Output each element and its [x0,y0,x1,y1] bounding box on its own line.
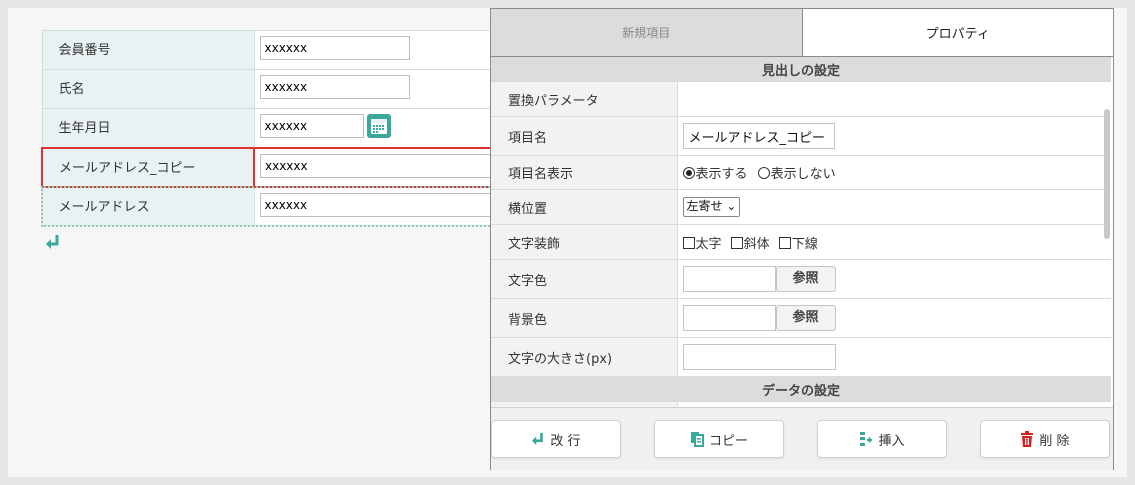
prop-label: 文字装飾 [491,224,678,260]
italic-checkbox[interactable]: 斜体 [730,236,770,252]
tab-new-item[interactable]: 新規項目 [491,9,803,56]
prop-label: 文字色 [491,259,678,299]
trash-icon [1021,431,1034,447]
form-label: 氏名 [41,69,255,109]
prop-row-text-color: 文字色 参照 [491,259,1111,299]
font-size-input[interactable] [682,344,836,370]
prop-row-text-deco: 文字装飾 太字 斜体 下線 [491,224,1111,260]
newline-button[interactable]: 改 行 [491,420,621,458]
show-radio[interactable]: 表示する [682,167,748,182]
chevron-down-icon: ⌄ [726,199,737,213]
section-heading-settings: 見出しの設定 [491,57,1111,82]
return-icon [46,235,59,249]
property-table: 見出しの設定 置換パラメータ 項目名 項目名表示 表示する 表示しない 横位置 [491,57,1111,407]
form-label: メールアドレス_コピー [41,146,255,188]
bg-color-input[interactable] [682,305,776,331]
prop-row-font-size: 文字の大きさ(px) [491,337,1111,377]
prop-value [677,81,1111,117]
return-icon [532,432,544,446]
prop-row-horizontal-pos: 横位置 左寄せ ⌄ [491,189,1111,225]
scrollbar-thumb[interactable] [1104,109,1110,239]
checkbox-icon [682,236,695,249]
delete-button[interactable]: 削 除 [980,420,1110,458]
checkbox-icon [730,236,743,249]
prop-row-bg-color: 背景色 参照 [491,298,1111,338]
item-name-input[interactable] [682,123,835,149]
radio-unchecked-icon [757,167,770,179]
panel-footer: 改 行 コピー 挿入 削 除 [491,407,1113,470]
text-color-ref-button[interactable]: 参照 [775,266,836,292]
birthdate-input[interactable] [259,114,364,138]
member-no-input[interactable] [259,36,410,60]
tab-properties[interactable]: プロパティ [802,9,1113,56]
form-row-name[interactable]: 氏名 [41,69,501,109]
name-input[interactable] [259,75,410,99]
text-color-input[interactable] [682,266,776,292]
form-row-birthdate[interactable]: 生年月日 [41,108,501,148]
calendar-icon[interactable] [366,114,391,138]
underline-checkbox[interactable]: 下線 [778,236,818,252]
form-label: 生年月日 [41,108,255,148]
align-select[interactable]: 左寄せ ⌄ [682,197,741,217]
email-copy-input[interactable] [260,153,500,178]
prop-label: 置換パラメータ [491,81,678,117]
form-label: 会員番号 [41,30,255,70]
form-preview: 会員番号 氏名 生年月日 メールアドレス_コピー メールアドレス [41,30,502,227]
form-row-email-copy[interactable]: メールアドレス_コピー [41,146,501,188]
bold-checkbox[interactable]: 太字 [682,236,722,252]
hide-radio[interactable]: 表示しない [757,167,836,182]
form-row-email[interactable]: メールアドレス [41,185,502,227]
prop-label: 背景色 [491,298,678,338]
copy-button[interactable]: コピー [654,420,784,458]
prop-row-item-name-display: 項目名表示 表示する 表示しない [491,155,1111,190]
radio-checked-icon [682,167,695,179]
insert-icon [860,432,873,446]
form-label: メールアドレス [41,186,255,226]
email-input[interactable] [259,192,500,217]
prop-label: 項目名 [491,116,678,156]
prop-label: 項目名表示 [491,155,678,190]
bg-color-ref-button[interactable]: 参照 [775,305,836,331]
checkbox-icon [778,236,791,249]
prop-label: 横位置 [491,189,678,225]
property-panel: 新規項目 プロパティ 見出しの設定 置換パラメータ 項目名 項目名表示 表示する… [490,8,1114,470]
section-data-settings: データの設定 [491,376,1111,402]
prop-row-replace-param: 置換パラメータ [491,81,1111,117]
insert-button[interactable]: 挿入 [817,420,947,458]
property-scroll-area[interactable]: 見出しの設定 置換パラメータ 項目名 項目名表示 表示する 表示しない 横位置 [491,57,1113,407]
prop-label: 文字の大きさ(px) [491,337,678,377]
copy-icon [690,432,704,447]
form-row-member-no[interactable]: 会員番号 [41,30,501,70]
panel-tabs: 新規項目 プロパティ [491,9,1113,57]
prop-row-item-name: 項目名 [491,116,1111,156]
